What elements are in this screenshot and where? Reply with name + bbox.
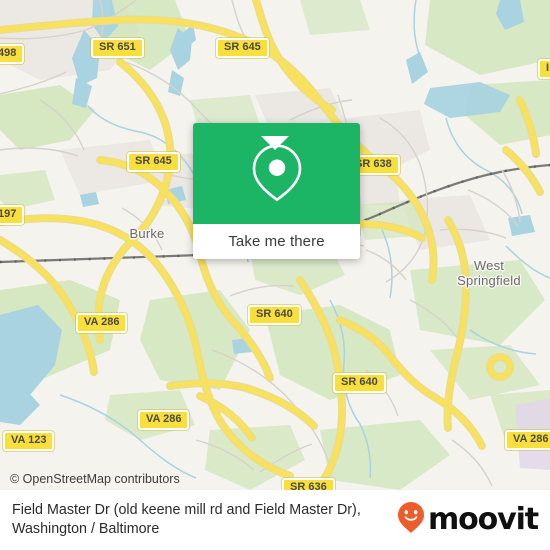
- map-pin-icon: [249, 141, 305, 203]
- take-me-there-label: Take me there: [228, 233, 325, 250]
- highway-shield-sr-651[interactable]: SR 651: [91, 38, 144, 58]
- highway-shield-va-286-upper[interactable]: VA 286: [76, 313, 128, 333]
- highway-shield-498[interactable]: 498: [0, 44, 25, 64]
- map-canvas[interactable]: Burke West Springfield 498 SR 651 SR 645…: [0, 0, 550, 490]
- highway-shield-va-123[interactable]: VA 123: [3, 431, 55, 451]
- highway-shield-sr-645-top[interactable]: SR 645: [216, 38, 269, 58]
- highway-shield-va-286-right[interactable]: VA 286: [505, 430, 550, 450]
- highway-shield-va-286-lower[interactable]: VA 286: [138, 410, 190, 430]
- highway-shield-sr-636[interactable]: SR 636: [282, 478, 335, 490]
- popup-pointer: [261, 136, 289, 150]
- highway-shield-sr-645-mid[interactable]: SR 645: [127, 152, 180, 172]
- osm-attribution[interactable]: © OpenStreetMap contributors: [10, 472, 180, 486]
- moovit-smiley-pin-icon: [397, 501, 425, 539]
- footer-bar: Field Master Dr (old keene mill rd and F…: [0, 490, 550, 550]
- location-title: Field Master Dr (old keene mill rd and F…: [12, 502, 361, 537]
- moovit-wordmark: moovit: [427, 502, 539, 537]
- highway-shield-197[interactable]: 197: [0, 205, 25, 225]
- take-me-there-button[interactable]: Take me there: [193, 224, 360, 259]
- highway-shield-i-edge[interactable]: I: [538, 59, 550, 79]
- highway-shield-sr-640-upper[interactable]: SR 640: [248, 305, 301, 325]
- map-screenshot: Burke West Springfield 498 SR 651 SR 645…: [0, 0, 550, 550]
- moovit-logo[interactable]: moovit: [397, 501, 539, 539]
- highway-shield-sr-640-lower[interactable]: SR 640: [333, 373, 386, 393]
